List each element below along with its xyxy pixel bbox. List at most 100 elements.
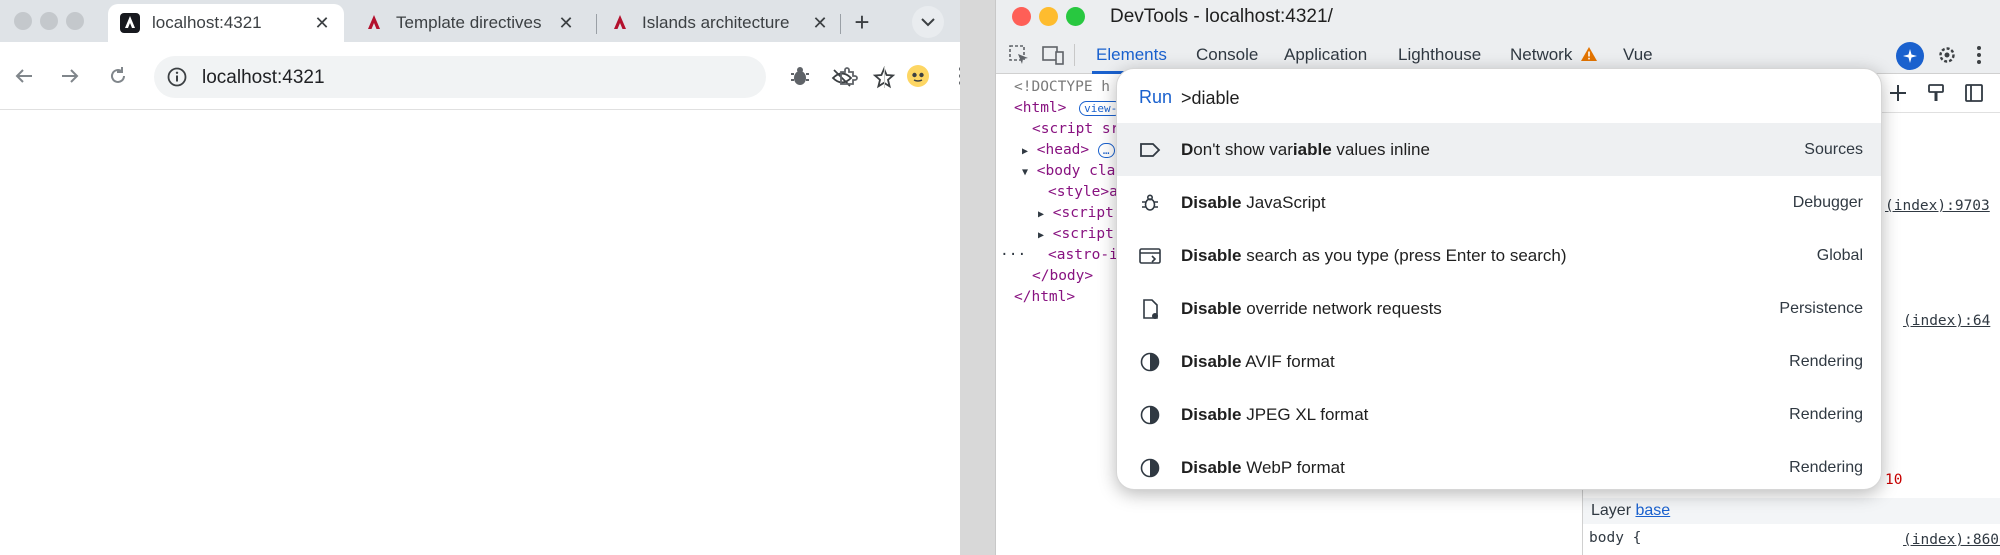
devtools-title-bar: DevTools - localhost:4321/ — [996, 0, 2000, 34]
tab-network[interactable]: Network — [1510, 45, 1572, 65]
back-button[interactable] — [10, 62, 38, 90]
window-maximize-button[interactable] — [1066, 7, 1085, 26]
command-item[interactable]: Disable JPEG XL format Rendering — [1117, 388, 1881, 441]
ellipsis-badge[interactable]: … — [1097, 143, 1115, 158]
tree-node[interactable]: <style>a — [1048, 184, 1118, 200]
tab-title: localhost:4321 — [152, 13, 262, 32]
source-link[interactable]: (index):8606 — [1903, 532, 2000, 548]
bug-icon — [1137, 190, 1163, 216]
tab-strip: localhost:4321 ✕ Template directives ✕ I… — [0, 0, 960, 42]
tab-lighthouse[interactable]: Lighthouse — [1398, 45, 1481, 65]
tab-localhost[interactable]: localhost:4321 ✕ — [108, 4, 344, 42]
expand-triangle-icon[interactable]: ▶ — [1022, 146, 1028, 157]
window-close-button[interactable] — [1012, 7, 1031, 26]
contrast-icon — [1137, 349, 1163, 375]
gear-icon[interactable] — [1934, 42, 1960, 68]
close-icon[interactable]: ✕ — [556, 13, 576, 33]
paint-brush-icon[interactable] — [1925, 82, 1947, 108]
collapse-triangle-icon[interactable]: ▼ — [1022, 167, 1028, 178]
search-type-icon — [1137, 243, 1163, 269]
window-close-button[interactable] — [14, 12, 32, 30]
astro-favicon-icon — [610, 13, 630, 33]
tab-elements[interactable]: Elements — [1096, 45, 1167, 65]
command-item[interactable]: Disable JavaScript Debugger — [1117, 176, 1881, 229]
contrast-icon — [1137, 402, 1163, 428]
window-minimize-button[interactable] — [40, 12, 58, 30]
new-style-rule-icon[interactable] — [1887, 82, 1909, 108]
tree-node[interactable]: </html> — [1014, 289, 1075, 305]
toggle-sidebar-icon[interactable] — [1963, 82, 1985, 108]
tab-template-directives[interactable]: Template directives ✕ — [352, 4, 588, 42]
forward-icon — [62, 69, 79, 83]
layer-row: Layer base — [1583, 498, 2000, 524]
inspect-element-icon[interactable] — [1006, 42, 1032, 68]
command-item[interactable]: Disable AVIF format Rendering — [1117, 335, 1881, 388]
tab-console[interactable]: Console — [1196, 45, 1258, 65]
command-item[interactable]: Disable search as you type (press Enter … — [1117, 229, 1881, 282]
tree-node[interactable]: <astro-i — [1048, 247, 1118, 263]
layer-link[interactable]: base — [1635, 502, 1670, 519]
command-category: Persistence — [1779, 299, 1863, 317]
window-divider — [960, 0, 996, 555]
contrast-icon — [1137, 455, 1163, 481]
expand-triangle-icon[interactable]: ▶ — [1038, 230, 1044, 241]
close-icon[interactable]: ✕ — [810, 13, 830, 33]
tab-vue[interactable]: Vue — [1623, 45, 1653, 65]
node-actions-ellipsis[interactable]: ··· — [1000, 247, 1026, 263]
command-input[interactable] — [1181, 83, 1841, 113]
css-rule-selector[interactable]: body { — [1589, 530, 1641, 546]
css-value: 10 — [1885, 472, 1903, 488]
tab-islands-architecture[interactable]: Islands architecture ✕ — [598, 4, 842, 42]
more-options-icon[interactable] — [1966, 42, 1992, 68]
window-minimize-button[interactable] — [1039, 7, 1058, 26]
reload-button[interactable] — [104, 62, 132, 90]
palette-prompt: Run — [1139, 87, 1173, 107]
tree-node[interactable]: ▶ <script — [1038, 205, 1114, 221]
browser-toolbar: localhost:4321 — [0, 42, 963, 110]
window-maximize-button[interactable] — [66, 12, 84, 30]
new-tab-button[interactable]: + — [848, 7, 876, 37]
source-link[interactable]: (index):64 — [1903, 313, 1990, 329]
toolbar-divider — [884, 66, 885, 88]
command-category: Debugger — [1792, 193, 1863, 211]
command-category: Sources — [1804, 140, 1863, 158]
command-item[interactable]: Disable override network requests Persis… — [1117, 282, 1881, 335]
command-category: Rendering — [1789, 352, 1863, 370]
close-icon[interactable]: ✕ — [312, 13, 332, 33]
warning-icon — [1580, 46, 1598, 67]
ai-assistance-icon[interactable] — [1896, 42, 1924, 70]
astro-favicon-icon — [364, 13, 384, 33]
tab-divider — [596, 14, 597, 34]
tab-title: Template directives — [396, 13, 542, 32]
device-toolbar-icon[interactable] — [1040, 42, 1066, 68]
chevron-down-icon — [921, 18, 935, 27]
bug-icon[interactable] — [786, 62, 814, 90]
command-item[interactable]: Don't show variable values inline Source… — [1117, 123, 1881, 176]
command-list: Don't show variable values inline Source… — [1117, 123, 1881, 489]
command-category: Rendering — [1789, 405, 1863, 423]
tab-search-button[interactable] — [912, 6, 944, 38]
expand-triangle-icon[interactable]: ▶ — [1038, 209, 1044, 220]
extensions-icon[interactable] — [834, 62, 862, 90]
tree-node[interactable]: </body> — [1032, 268, 1093, 284]
profile-icon[interactable] — [904, 62, 932, 90]
page-viewport[interactable] — [0, 110, 960, 555]
tree-node[interactable]: <html> view- — [1014, 100, 1123, 116]
toolbar-divider — [1074, 44, 1075, 66]
tab-application[interactable]: Application — [1284, 45, 1367, 65]
command-item[interactable]: Disable WebP format Rendering — [1117, 441, 1881, 489]
source-link[interactable]: (index):9703 — [1885, 198, 1990, 214]
info-icon[interactable] — [164, 64, 190, 90]
tree-node[interactable]: <script sr — [1032, 121, 1119, 137]
address-bar[interactable]: localhost:4321 — [154, 56, 896, 98]
tree-node[interactable]: ▶ <head> … — [1022, 142, 1115, 158]
command-category: Rendering — [1789, 458, 1863, 476]
tree-node[interactable]: ▼ <body cla — [1022, 163, 1115, 179]
label-icon — [1137, 137, 1163, 163]
forward-button[interactable] — [56, 62, 84, 90]
devtools-title: DevTools - localhost:4321/ — [1110, 6, 1333, 27]
tab-divider — [840, 14, 841, 34]
tree-node[interactable]: ▶ <script — [1038, 226, 1114, 242]
url-text: localhost:4321 — [202, 67, 325, 88]
tree-node[interactable]: <!DOCTYPE h — [1014, 79, 1110, 95]
